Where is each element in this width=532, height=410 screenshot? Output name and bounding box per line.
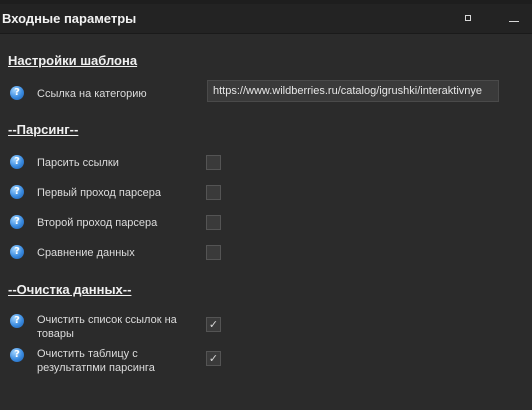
- compare-data-label: Сравнение данных: [37, 247, 135, 259]
- minimize-button[interactable]: [506, 12, 522, 24]
- category-link-input[interactable]: https://www.wildberries.ru/catalog/igrus…: [207, 80, 499, 102]
- help-icon[interactable]: ?: [10, 215, 24, 229]
- minimize-icon: [509, 21, 519, 22]
- help-icon[interactable]: ?: [10, 348, 24, 362]
- help-icon[interactable]: ?: [10, 86, 24, 100]
- section-parsing: --Парсинг--: [8, 122, 79, 137]
- help-icon[interactable]: ?: [10, 245, 24, 259]
- clear-links-label-line2: товары: [37, 328, 74, 340]
- help-icon[interactable]: ?: [10, 314, 24, 328]
- clear-results-checkbox[interactable]: ✓: [206, 351, 221, 366]
- clear-links-label-line1: Очистить список ссылок на: [37, 314, 177, 326]
- window-title: Входные параметры: [2, 11, 137, 26]
- first-pass-checkbox[interactable]: [206, 185, 221, 200]
- clear-results-label: Очистить таблицу с результатпми парсинга: [37, 347, 155, 375]
- clear-results-label-line2: результатпми парсинга: [37, 362, 155, 374]
- restore-button[interactable]: [462, 12, 474, 24]
- title-bar: Входные параметры: [0, 4, 532, 34]
- clear-links-label: Очистить список ссылок на товары: [37, 313, 177, 341]
- clear-results-label-line1: Очистить таблицу с: [37, 348, 138, 360]
- compare-data-checkbox[interactable]: [206, 245, 221, 260]
- restore-icon: [465, 15, 471, 21]
- category-link-label: Ссылка на категорию: [37, 88, 147, 100]
- help-icon[interactable]: ?: [10, 155, 24, 169]
- section-cleanup: --Очистка данных--: [8, 282, 132, 297]
- second-pass-label: Второй проход парсера: [37, 217, 158, 229]
- help-icon[interactable]: ?: [10, 185, 24, 199]
- parse-links-checkbox[interactable]: [206, 155, 221, 170]
- second-pass-checkbox[interactable]: [206, 215, 221, 230]
- section-template-settings: Настройки шаблона: [8, 53, 138, 68]
- first-pass-label: Первый проход парсера: [37, 187, 161, 199]
- parse-links-label: Парсить ссылки: [37, 157, 119, 169]
- clear-links-checkbox[interactable]: ✓: [206, 317, 221, 332]
